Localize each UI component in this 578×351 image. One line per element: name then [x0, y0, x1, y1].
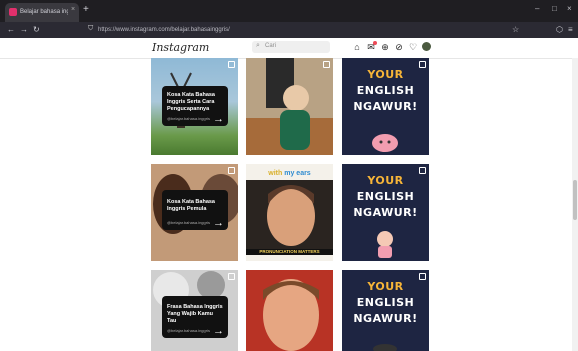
post-thumbnail[interactable] [246, 270, 333, 351]
man-face-photo [246, 180, 333, 249]
scrollbar-thumb[interactable] [573, 180, 577, 220]
tab-close-icon[interactable]: × [71, 6, 75, 13]
profile-avatar[interactable] [422, 42, 431, 51]
arrow-right-icon: → [213, 325, 224, 337]
post-thumbnail[interactable]: with my ears PRONUNCIATION MATTERS [246, 164, 333, 261]
meme-caption: PRONUNCIATION MATTERS [246, 249, 333, 255]
arrow-right-icon: → [213, 113, 224, 125]
card-text: Kosa Kata Bahasa Inggris Serta Cara Peng… [167, 92, 215, 112]
post-caption-card: Frasa Bahasa Inggris Yang Wajib Kamu Tau… [162, 296, 228, 338]
carousel-icon [419, 273, 426, 280]
forward-button[interactable]: → [20, 25, 28, 35]
home-icon[interactable]: ⌂ [352, 42, 362, 52]
card-text: Frasa Bahasa Inggris Yang Wajib Kamu Tau [167, 304, 223, 324]
reload-button[interactable]: ↻ [33, 25, 40, 35]
tab-title: Belajar bahasa inggris (@belaj [20, 9, 68, 15]
extensions-icon[interactable]: ⬡ [556, 25, 563, 34]
boy-face-photo [246, 270, 333, 351]
instagram-logo[interactable]: Instagram [152, 41, 209, 54]
search-icon: ⌕ [256, 42, 260, 49]
post-thumbnail[interactable] [246, 58, 333, 155]
browser-tab[interactable]: Belajar bahasa inggris (@belaj × [5, 3, 79, 22]
explore-icon[interactable]: ⊘ [394, 42, 404, 52]
carousel-icon [419, 61, 426, 68]
card-text: Kosa Kata Bahasa Inggris Pemula [167, 199, 215, 212]
messenger-icon[interactable]: ✉ [366, 41, 377, 52]
search-input[interactable]: ⌕ Cari [252, 41, 330, 53]
post-caption-card: Kosa Kata Bahasa Inggris Pemula @belajar… [162, 190, 228, 230]
post-thumbnail[interactable]: YOUR ENGLISH NGAWUR! [342, 270, 429, 351]
search-placeholder: Cari [265, 43, 277, 49]
minimize-button[interactable]: – [535, 4, 539, 13]
carousel-icon [228, 61, 235, 68]
child-photo [246, 58, 333, 155]
girl-illustration [373, 344, 397, 351]
card-handle: @belajar.bahasa.inggris [167, 116, 210, 121]
shield-icon[interactable]: ⛉ [88, 25, 93, 33]
back-button[interactable]: ← [7, 25, 15, 35]
instagram-header: Instagram ⌕ Cari ⌂ ✉ ⊕ ⊘ ♡ [0, 38, 578, 59]
activity-heart-icon[interactable]: ♡ [408, 42, 418, 52]
browser-navbar: ← → ↻ ⛉ https://www.instagram.com/belaja… [0, 22, 578, 38]
post-thumbnail[interactable]: Frasa Bahasa Inggris Yang Wajib Kamu Tau… [151, 270, 238, 351]
bookmark-star-icon[interactable]: ☆ [512, 25, 519, 34]
carousel-icon [228, 273, 235, 280]
carousel-icon [228, 167, 235, 174]
menu-icon[interactable]: ≡ [568, 25, 573, 34]
new-post-icon[interactable]: ⊕ [380, 42, 390, 52]
url-text[interactable]: https://www.instagram.com/belajar.bahasa… [98, 26, 230, 34]
post-thumbnail[interactable]: Kosa Kata Bahasa Inggris Serta Cara Peng… [151, 58, 238, 155]
instagram-favicon-icon [9, 8, 17, 16]
brain-illustration [372, 134, 398, 152]
post-thumbnail[interactable]: YOUR ENGLISH NGAWUR! [342, 58, 429, 155]
carousel-icon [419, 167, 426, 174]
address-bar[interactable]: ⛉ https://www.instagram.com/belajar.baha… [80, 25, 500, 35]
card-handle: @belajar.bahasa.inggris [167, 220, 210, 225]
post-thumbnail[interactable]: Kosa Kata Bahasa Inggris Pemula @belajar… [151, 164, 238, 261]
post-thumbnail[interactable]: YOUR ENGLISH NGAWUR! [342, 164, 429, 261]
post-caption-card: Kosa Kata Bahasa Inggris Serta Cara Peng… [162, 86, 228, 126]
new-tab-button[interactable]: + [83, 4, 89, 15]
browser-titlebar: Belajar bahasa inggris (@belaj × + – □ × [0, 0, 578, 22]
girl-illustration [377, 231, 393, 258]
arrow-right-icon: → [213, 217, 224, 229]
close-window-button[interactable]: × [567, 4, 572, 13]
card-handle: @belajar.bahasa.inggris [167, 328, 210, 333]
maximize-button[interactable]: □ [552, 4, 557, 13]
carousel-icon [323, 61, 330, 68]
